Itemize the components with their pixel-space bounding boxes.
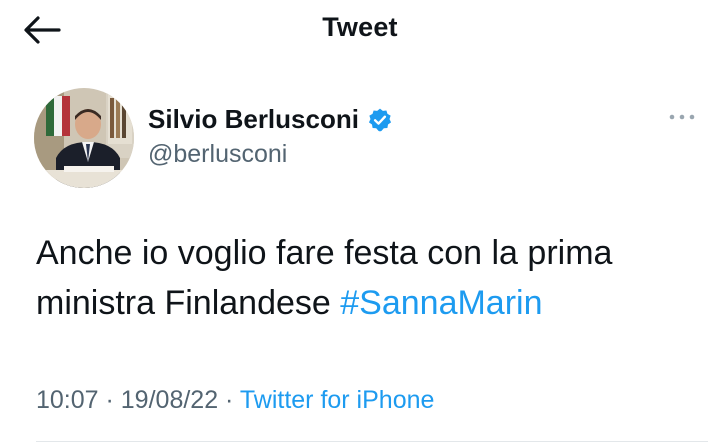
tweet-time: 10:07 <box>36 386 99 414</box>
meta-separator: · <box>98 386 121 414</box>
author-name-row[interactable]: Silvio Berlusconi <box>148 104 393 135</box>
tweet-page: Tweet Silvio Berlusconi @berlusconi Anch… <box>0 0 720 445</box>
meta-separator: · <box>218 386 240 414</box>
page-title: Tweet <box>322 12 398 42</box>
author-display-name[interactable]: Silvio Berlusconi <box>148 104 359 135</box>
avatar[interactable] <box>34 88 134 188</box>
divider <box>36 441 708 442</box>
more-horizontal-icon <box>669 114 695 120</box>
hashtag-link[interactable]: #SannaMarin <box>340 284 542 322</box>
tweet-date: 19/08/22 <box>120 386 219 414</box>
tweet-source-link[interactable]: Twitter for iPhone <box>240 386 435 414</box>
tweet-text: Anche io voglio fare festa con la prima … <box>36 228 708 328</box>
top-bar: Tweet <box>0 0 720 60</box>
author-handle[interactable]: @berlusconi <box>148 140 287 169</box>
more-options-button[interactable] <box>662 104 702 130</box>
tweet-meta: 10:07 · 19/08/22 · Twitter for iPhone <box>36 386 434 415</box>
verified-badge-icon <box>367 107 393 133</box>
